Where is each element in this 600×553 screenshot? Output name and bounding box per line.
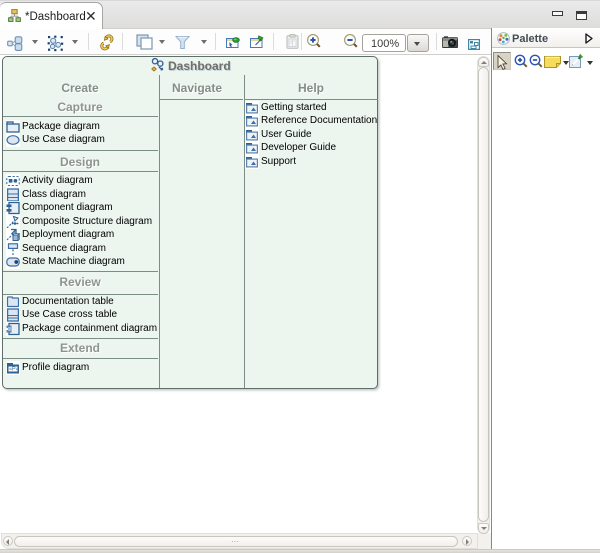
svg-text:«P»: «P» [9,367,19,373]
